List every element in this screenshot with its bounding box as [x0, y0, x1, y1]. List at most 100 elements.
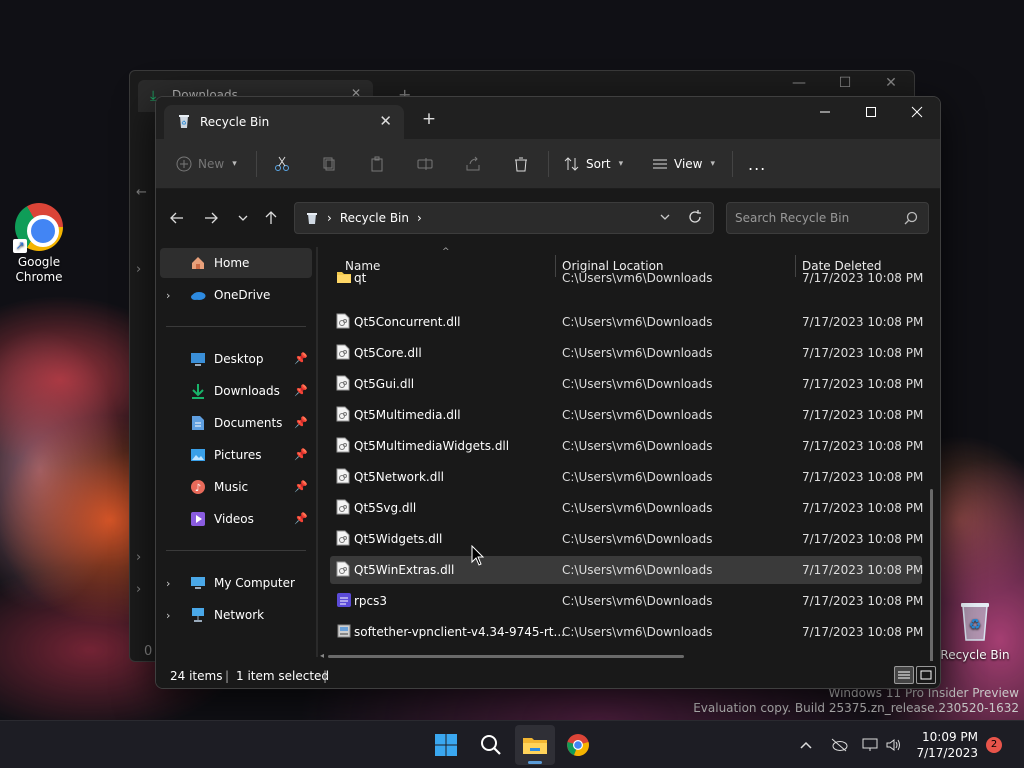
explorer-window-recycle-bin[interactable]: ♻ Recycle Bin ✕ + New ▾ Sort ▾ View ▾ ..…: [155, 96, 941, 689]
table-row[interactable]: Qt5Widgets.dll C:\Users\vm6\Downloads 7/17…: [330, 525, 923, 553]
original-location: C:\Users\vm6\Downloads: [562, 532, 713, 546]
chevron-right-icon[interactable]: ›: [136, 262, 141, 277]
search-button[interactable]: [471, 725, 511, 765]
pin-icon[interactable]: 📌: [294, 480, 308, 493]
forward-button[interactable]: [198, 205, 224, 231]
chevron-right-icon[interactable]: ›: [166, 289, 184, 302]
delete-button[interactable]: [513, 149, 529, 179]
back-icon[interactable]: ←: [136, 185, 147, 200]
table-row[interactable]: softether-vpnclient-v4.34-9745-rt... C:\U…: [330, 618, 923, 646]
minimize-button[interactable]: [802, 97, 848, 127]
pin-icon[interactable]: 📌: [294, 512, 308, 525]
pin-icon[interactable]: 📌: [294, 448, 308, 461]
address-bar[interactable]: › Recycle Bin ›: [294, 202, 714, 234]
tab-recycle-bin[interactable]: ♻ Recycle Bin ✕: [164, 105, 404, 139]
nav-item-home[interactable]: Home: [160, 248, 312, 278]
horizontal-scrollbar-thumb[interactable]: [328, 655, 684, 658]
copy-button[interactable]: [321, 149, 337, 179]
more-options-button[interactable]: ...: [748, 149, 766, 179]
table-row[interactable]: qt C:\Users\vm6\Downloads 7/17/2023 10:08 …: [330, 270, 923, 292]
breadcrumb-recycle-bin[interactable]: Recycle Bin: [340, 211, 409, 225]
table-row[interactable]: Qt5WinExtras.dll C:\Users\vm6\Downloads 7/…: [330, 556, 924, 584]
volume-icon[interactable]: [886, 738, 902, 752]
table-row[interactable]: Qt5Svg.dll C:\Users\vm6\Downloads 7/17/202…: [330, 494, 923, 522]
search-box[interactable]: [726, 202, 929, 234]
rename-button[interactable]: [417, 149, 433, 179]
scroll-left-icon[interactable]: ◂: [320, 651, 324, 660]
minimize-button[interactable]: —: [776, 75, 822, 91]
back-button[interactable]: [164, 205, 190, 231]
breadcrumb-separator: ›: [327, 211, 332, 225]
view-button[interactable]: View ▾: [652, 149, 715, 179]
chevron-up-icon[interactable]: [800, 740, 812, 750]
desktop-icon-recycle-bin[interactable]: ♻ Recycle Bin: [940, 596, 1010, 663]
pin-icon[interactable]: 📌: [294, 352, 308, 365]
large-icons-view-button[interactable]: [916, 666, 936, 684]
table-row[interactable]: Qt5Multimedia.dll C:\Users\vm6\Downloads 7…: [330, 401, 923, 429]
recycle-bin-icon: ♻: [951, 596, 999, 644]
nav-item-my-computer[interactable]: › My Computer: [160, 568, 312, 598]
table-row[interactable]: rpcs3 C:\Users\vm6\Downloads 7/17/2023 10:…: [330, 587, 924, 615]
address-history-dropdown[interactable]: [659, 211, 671, 223]
search-input[interactable]: [735, 209, 895, 227]
cut-button[interactable]: [274, 149, 290, 179]
nav-item-desktop[interactable]: Desktop 📌: [160, 344, 312, 374]
nav-item-pictures[interactable]: Pictures 📌: [160, 440, 312, 470]
title-bar[interactable]: ♻ Recycle Bin ✕ +: [156, 97, 940, 139]
share-button[interactable]: [465, 149, 481, 179]
pin-icon[interactable]: 📌: [294, 416, 308, 429]
nav-item-label: My Computer: [214, 576, 295, 590]
sort-label: Sort: [586, 157, 611, 171]
vertical-scrollbar-thumb[interactable]: [930, 489, 933, 675]
table-row[interactable]: Qt5Gui.dll C:\Users\vm6\Downloads 7/17/202…: [330, 370, 923, 398]
table-row[interactable]: Qt5MultimediaWidgets.dll C:\Users\vm6\Dow…: [330, 432, 923, 460]
new-button[interactable]: New ▾: [176, 149, 237, 179]
notification-badge[interactable]: 2: [986, 737, 1002, 753]
maximize-button[interactable]: [848, 97, 894, 127]
file-explorer-app[interactable]: [515, 725, 555, 765]
more-icon: ...: [748, 154, 767, 174]
close-button[interactable]: [894, 97, 940, 127]
chrome-app[interactable]: [558, 725, 598, 765]
cloud-offline-icon[interactable]: [830, 738, 848, 752]
table-row[interactable]: Qt5Concurrent.dll C:\Users\vm6\Downloads 7…: [330, 308, 924, 336]
sort-button[interactable]: Sort ▾: [564, 149, 623, 179]
nav-item-onedrive[interactable]: › OneDrive: [160, 280, 312, 310]
maximize-button[interactable]: ☐: [822, 75, 868, 91]
new-tab-button[interactable]: +: [418, 109, 440, 131]
details-view-button[interactable]: [894, 666, 914, 684]
status-separator: |: [323, 669, 328, 683]
refresh-icon[interactable]: [687, 209, 703, 225]
table-row[interactable]: Qt5Network.dll C:\Users\vm6\Downloads 7/17…: [330, 463, 923, 491]
nav-item-network[interactable]: › Network: [160, 600, 312, 630]
chevron-right-icon[interactable]: ›: [166, 577, 184, 590]
nav-item-videos[interactable]: Videos 📌: [160, 504, 312, 534]
close-button[interactable]: ✕: [868, 75, 914, 91]
folder-icon: [336, 270, 352, 284]
network-monitor-icon[interactable]: [862, 738, 878, 752]
window-controls: — ☐ ✕: [776, 75, 914, 91]
chevron-right-icon[interactable]: ›: [136, 550, 141, 565]
pin-icon[interactable]: 📌: [294, 384, 308, 397]
paste-button[interactable]: [369, 149, 385, 179]
desktop-icon-label: Recycle Bin: [940, 648, 1010, 662]
chevron-right-icon[interactable]: ›: [136, 582, 141, 597]
table-row[interactable]: Qt5Core.dll C:\Users\vm6\Downloads 7/17/20…: [330, 339, 923, 367]
original-location: C:\Users\vm6\Downloads: [562, 625, 713, 639]
chevron-right-icon[interactable]: ›: [166, 609, 184, 622]
date-deleted: 7/17/2023 10:08 PM: [802, 594, 924, 608]
nav-item-music[interactable]: ♪ Music 📌: [160, 472, 312, 502]
desktop-icon-chrome[interactable]: ↗ Google Chrome: [4, 203, 74, 285]
date-deleted: 7/17/2023 10:08 PM: [802, 315, 924, 329]
nav-item-downloads[interactable]: Downloads 📌: [160, 376, 312, 406]
start-button[interactable]: [426, 725, 466, 765]
date-deleted: 7/17/2023 10:08 PM: [802, 563, 924, 577]
nav-item-documents[interactable]: Documents 📌: [160, 408, 312, 438]
os-watermark: Windows 11 Pro Insider Preview Evaluatio…: [693, 686, 1019, 716]
clock[interactable]: 10:09 PM 7/17/2023: [916, 729, 978, 761]
recent-locations-button[interactable]: [230, 205, 256, 231]
up-button[interactable]: [258, 205, 284, 231]
command-bar: New ▾ Sort ▾ View ▾ ...: [156, 139, 940, 189]
close-tab-icon[interactable]: ✕: [379, 112, 392, 130]
breadcrumb-separator[interactable]: ›: [417, 211, 422, 225]
